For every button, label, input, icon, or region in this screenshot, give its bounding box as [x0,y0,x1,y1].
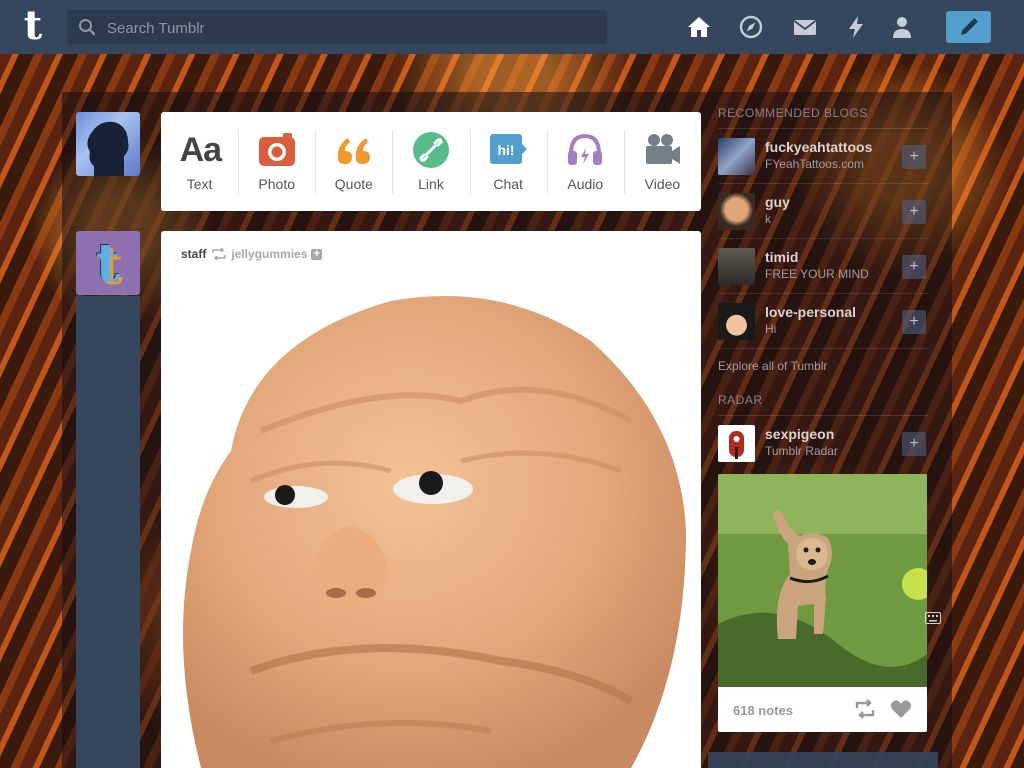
recommended-blog-item[interactable]: guy k + [718,184,928,239]
blog-avatar[interactable] [718,193,755,230]
svg-text:hi!: hi! [498,142,515,158]
radar-post-card: 618 notes [718,474,927,732]
search-bar[interactable] [67,10,607,46]
camera-icon [258,133,295,166]
post-type-label: Quote [334,176,373,192]
headphones-icon [568,133,603,165]
reblog-icon[interactable] [854,699,876,719]
blog-name[interactable]: fuckyeahtattoos [765,139,872,155]
left-column-strip [76,296,140,768]
video-camera-icon [646,134,681,164]
post-type-label: Audio [567,176,604,192]
search-icon [79,19,96,36]
staff-avatar[interactable]: t [76,231,140,295]
blog-avatar[interactable] [718,303,755,340]
link-icon [412,132,449,168]
lightning-icon[interactable] [843,14,869,40]
my-avatar[interactable] [76,112,140,176]
post-type-label: Link [418,176,444,192]
follow-plus-icon[interactable]: + [311,248,323,260]
compose-button[interactable] [946,11,991,43]
compass-icon[interactable] [738,14,764,40]
explore-all-link[interactable]: Explore all of Tumblr [718,359,928,389]
home-icon[interactable] [686,14,712,40]
post-type-chat[interactable]: hi! Chat [469,112,547,211]
blog-name[interactable]: timid [765,249,798,265]
dashboard-post: staff jellygummies + [161,231,701,768]
blog-subtitle: FREE YOUR MIND [765,267,869,281]
notes-count[interactable]: 618 notes [733,703,793,718]
radar-dog-photo[interactable] [718,474,927,687]
tumblr-logo-icon[interactable]: t [16,6,50,46]
recommended-blog-item[interactable]: fuckyeahtattoos FYeahTattoos.com + [718,129,928,184]
follow-plus-icon[interactable]: + [902,255,926,279]
post-type-quote[interactable]: Quote [315,112,392,211]
silhouette-icon [87,121,129,176]
follow-plus-icon[interactable]: + [902,432,926,456]
text-aa-icon: Aa [179,131,222,169]
blog-avatar[interactable] [718,248,755,285]
search-input[interactable] [105,10,599,46]
blog-subtitle: FYeahTattoos.com [765,157,864,171]
reblog-icon [212,248,227,260]
post-type-link[interactable]: Link [392,112,469,211]
radar-blog-item[interactable]: sexpigeon Tumblr Radar + [718,416,928,464]
post-header: staff jellygummies + [181,247,323,261]
person-icon[interactable] [889,14,915,40]
recommended-blogs-title: RECOMMENDED BLOGS [718,106,928,129]
post-type-video[interactable]: Video [623,112,701,211]
follow-plus-icon[interactable]: + [902,200,926,224]
post-type-text[interactable]: Aa Text [161,112,238,211]
blog-subtitle: k [765,212,771,226]
post-type-label: Text [186,176,213,192]
follow-plus-icon[interactable]: + [902,145,926,169]
reblogged-from-link[interactable]: jellygummies [231,247,307,261]
mail-icon[interactable] [792,14,818,40]
blog-name[interactable]: guy [765,194,790,210]
post-type-label: Photo [258,176,295,192]
recommended-blog-item[interactable]: timid FREE YOUR MIND + [718,239,928,294]
blog-name[interactable]: love-personal [765,304,856,320]
blog-subtitle: Hi [765,322,777,336]
keyboard-icon[interactable] [925,612,941,624]
recommended-blog-item[interactable]: love-personal Hi + [718,294,928,349]
post-photo-face[interactable] [161,271,701,768]
sidebar-bottom-strip [708,752,938,768]
follow-plus-icon[interactable]: + [902,310,926,334]
chat-icon: hi! [490,134,528,164]
top-navbar: t [0,0,1024,54]
heart-icon[interactable] [890,699,912,719]
blog-subtitle: Tumblr Radar [765,444,838,458]
blog-avatar[interactable] [718,425,755,462]
quote-icon [337,138,370,164]
blog-name[interactable]: sexpigeon [765,426,834,442]
pigeon-icon [729,431,744,459]
post-type-bar: Aa Text Photo Quote Link hi! Chat Audio … [161,112,701,211]
post-type-audio[interactable]: Audio [546,112,624,211]
post-type-label: Chat [493,176,523,192]
blog-avatar[interactable] [718,138,755,175]
post-type-label: Video [644,176,681,192]
sidebar: RECOMMENDED BLOGS fuckyeahtattoos FYeahT… [718,106,928,464]
pencil-icon [961,18,978,35]
post-type-photo[interactable]: Photo [238,112,315,211]
radar-title: RADAR [718,393,928,416]
post-author-link[interactable]: staff [181,247,206,261]
